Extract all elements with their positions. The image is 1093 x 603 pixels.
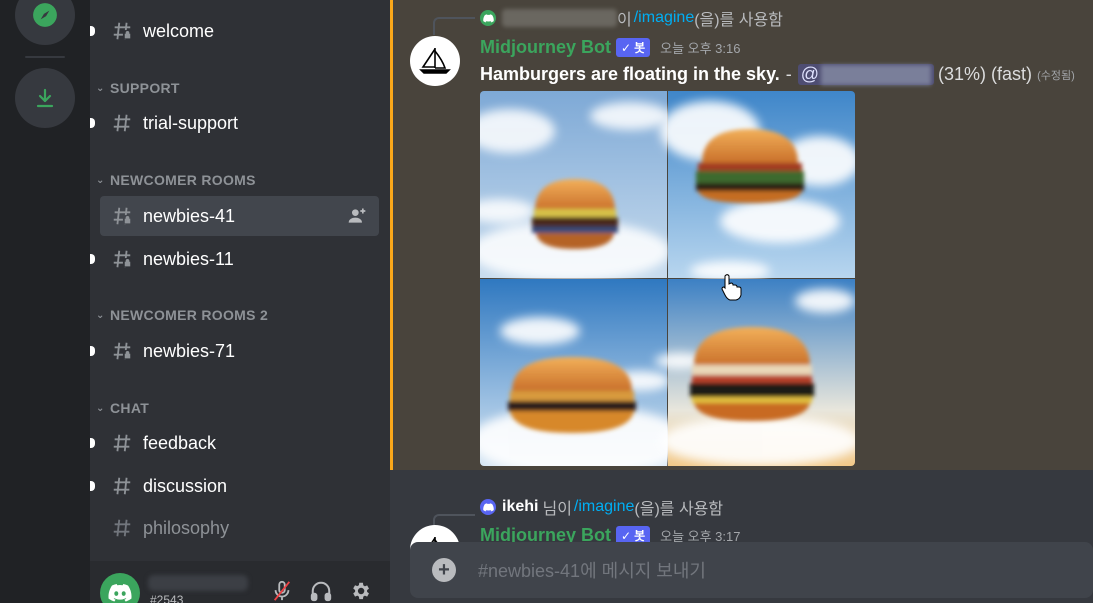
download-apps-button[interactable]: [15, 68, 75, 128]
user-discriminator: #2543: [150, 593, 184, 603]
mic-muted-icon: [273, 580, 291, 601]
channel-name: welcome: [143, 20, 215, 41]
category-support[interactable]: ⌄ SUPPORT: [96, 78, 180, 98]
user-panel: #2543: [90, 561, 390, 603]
unread-indicator: [90, 26, 95, 36]
channel-newbies-11[interactable]: newbies-11: [90, 239, 379, 279]
user-settings-button[interactable]: [348, 579, 372, 603]
user-mention[interactable]: @: [797, 64, 935, 85]
add-member-icon[interactable]: [347, 206, 367, 231]
sailboat-icon: [419, 48, 451, 74]
checkmark-icon: ✓: [621, 40, 632, 55]
chevron-down-icon: ⌄: [96, 309, 105, 321]
channel-sidebar: welcome ⌄ SUPPORT trial-support ⌄ NEWCOM…: [90, 0, 390, 603]
username-redacted: [821, 64, 932, 85]
headphones-icon: [310, 581, 332, 602]
explore-servers-button[interactable]: [15, 0, 75, 45]
channel-discussion[interactable]: discussion: [90, 466, 379, 506]
channel-feedback[interactable]: feedback: [90, 423, 379, 463]
channel-philosophy[interactable]: philosophy: [100, 508, 379, 548]
channel-newbies-71[interactable]: newbies-71: [90, 331, 379, 371]
author-name[interactable]: Midjourney Bot: [480, 37, 611, 58]
edited-label: (수정됨): [1037, 69, 1075, 82]
channel-trial-support[interactable]: trial-support: [90, 103, 379, 143]
command-reply-line[interactable]: 이 /imagine (을)를 사용함: [480, 6, 783, 30]
category-label: CHAT: [110, 400, 150, 416]
channel-name: trial-support: [143, 112, 239, 133]
timestamp: 오늘 오후 3:16: [660, 41, 741, 56]
chevron-down-icon: ⌄: [96, 82, 105, 94]
channel-name: discussion: [143, 475, 228, 496]
channel-name: newbies-71: [143, 340, 236, 361]
reply-tail: (을)를 사용함: [694, 12, 783, 29]
command-reply-line[interactable]: ikehi 님이 /imagine (을)를 사용함: [480, 495, 723, 519]
channel-welcome[interactable]: welcome: [90, 11, 379, 51]
slash-command[interactable]: /imagine: [574, 498, 634, 516]
checkmark-icon: ✓: [621, 528, 632, 543]
mention-at: @: [800, 64, 820, 84]
reply-suffix: 이: [617, 12, 632, 29]
channel-name: philosophy: [143, 517, 230, 538]
category-label: NEWCOMER ROOMS: [110, 172, 256, 188]
hamburger-image-preview: [480, 91, 855, 466]
username-redacted: [502, 9, 617, 27]
text-channel-icon: [110, 339, 134, 363]
reply-suffix: 님이: [542, 501, 572, 518]
category-chat[interactable]: ⌄ CHAT: [96, 398, 149, 418]
hash-icon: [110, 431, 134, 455]
channel-newbies-41[interactable]: newbies-41: [100, 196, 379, 236]
avatar[interactable]: [100, 573, 140, 603]
server-rail: [0, 0, 90, 603]
category-newcomer-rooms-2[interactable]: ⌄ NEWCOMER ROOMS 2: [96, 305, 268, 325]
reply-tail: (을)를 사용함: [634, 501, 724, 518]
category-label: SUPPORT: [110, 80, 180, 96]
discord-logo-icon: [480, 10, 496, 26]
add-attachment-button[interactable]: +: [432, 558, 456, 582]
text-channel-icon: [110, 247, 134, 271]
discord-logo-icon: [108, 584, 132, 602]
reply-username[interactable]: ikehi: [502, 498, 538, 516]
chevron-down-icon: ⌄: [96, 174, 105, 186]
slash-command[interactable]: /imagine: [634, 9, 694, 27]
message-composer[interactable]: + #newbies-41에 메시지 보내기: [410, 542, 1093, 598]
unread-indicator: [90, 118, 95, 128]
category-label: NEWCOMER ROOMS 2: [110, 307, 269, 323]
message-input-placeholder[interactable]: #newbies-41에 메시지 보내기: [478, 557, 706, 583]
text-channel-icon: [110, 19, 134, 43]
chat-area: 이 /imagine (을)를 사용함 Midjourney Bot ✓ 봇 오…: [390, 0, 1093, 603]
channel-name: newbies-11: [143, 248, 234, 269]
mute-mic-button[interactable]: [270, 579, 294, 603]
download-icon: [36, 88, 54, 108]
unread-indicator: [90, 438, 95, 448]
reply-connector: [433, 17, 475, 35]
chevron-down-icon: ⌄: [96, 402, 105, 414]
hash-icon: [110, 474, 134, 498]
generated-image-grid[interactable]: [480, 91, 855, 466]
separator-dash: -: [785, 64, 792, 84]
job-status: (31%) (fast): [938, 64, 1033, 84]
prompt-text: Hamburgers are floating in the sky.: [480, 64, 780, 84]
bot-label: 봇: [634, 41, 646, 55]
plus-icon: +: [438, 558, 450, 581]
channel-name: feedback: [143, 432, 217, 453]
username-redacted: [148, 575, 248, 591]
deafen-button[interactable]: [309, 579, 333, 603]
channel-name: newbies-41: [143, 205, 236, 226]
message-content: Hamburgers are floating in the sky. - @ …: [480, 64, 1075, 85]
hash-icon: [110, 516, 134, 540]
discord-logo-icon: [480, 499, 496, 515]
hash-icon: [110, 111, 134, 135]
unread-indicator: [90, 346, 95, 356]
unread-indicator: [90, 254, 95, 264]
rail-separator: [25, 56, 65, 58]
message-header: Midjourney Bot ✓ 봇 오늘 오후 3:16: [480, 37, 740, 58]
text-channel-icon: [110, 204, 134, 228]
verified-bot-badge: ✓ 봇: [616, 38, 651, 57]
unread-indicator: [90, 481, 95, 491]
compass-icon: [33, 3, 57, 27]
bot-avatar[interactable]: [410, 36, 460, 86]
gear-icon: [353, 582, 369, 600]
category-newcomer-rooms[interactable]: ⌄ NEWCOMER ROOMS: [96, 170, 256, 190]
